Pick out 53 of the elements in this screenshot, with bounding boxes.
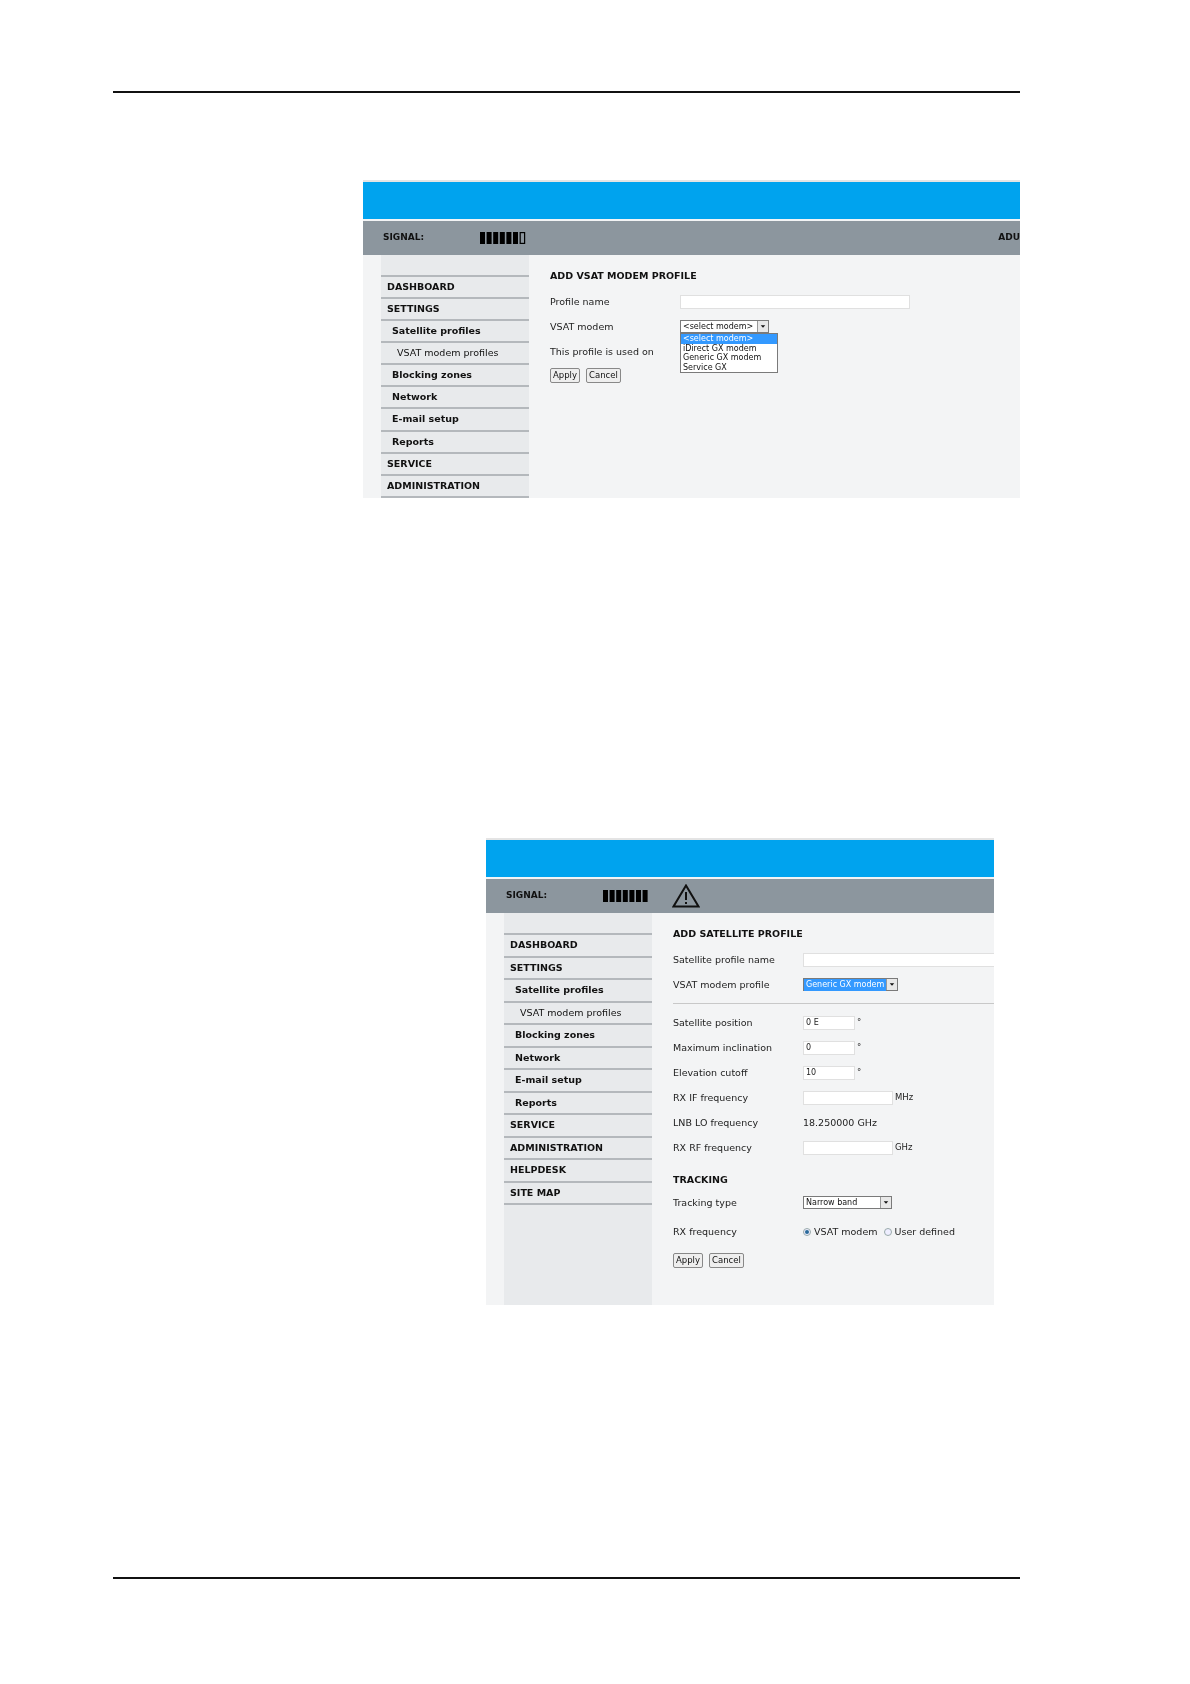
field-label: RX IF frequency	[673, 1090, 750, 1105]
field-label: Tracking type	[673, 1195, 738, 1210]
unit-label: °	[857, 1016, 862, 1030]
field-label: Satellite position	[673, 1015, 754, 1030]
field-label: Maximum inclination	[673, 1040, 774, 1055]
form-button[interactable]: Cancel	[709, 1253, 744, 1269]
select-value: Generic GX modem	[804, 978, 887, 991]
field-label: RX frequency	[673, 1225, 738, 1240]
field-label: VSAT modem	[550, 319, 615, 334]
status-text: ADU	[998, 231, 1020, 245]
caret-icon	[886, 979, 898, 991]
radio-label: VSAT modem	[814, 1225, 878, 1240]
input-field[interactable]	[680, 294, 910, 309]
input-field[interactable]	[803, 952, 994, 967]
dropdown-option[interactable]: Service GX	[681, 362, 777, 373]
unit-label: °	[857, 1066, 862, 1080]
select-value: Narrow band	[805, 1196, 859, 1209]
radio-button[interactable]	[883, 1228, 892, 1237]
field-label: This profile is used on	[550, 344, 655, 359]
select-value: <select modem>	[682, 320, 755, 333]
form-button[interactable]: Apply	[550, 368, 580, 384]
form-button[interactable]: Cancel	[586, 368, 621, 384]
form-title: ADD SATELLITE PROFILE	[673, 927, 804, 941]
input-field[interactable]	[803, 1090, 893, 1105]
radio-button[interactable]	[803, 1228, 811, 1237]
dropdown-option[interactable]: iDirect GX modem	[681, 343, 777, 354]
section-heading: TRACKING	[673, 1173, 728, 1187]
field-label: Satellite profile name	[673, 952, 776, 967]
dropdown-select[interactable]: Narrow band	[803, 1196, 892, 1210]
field-label: Elevation cutoff	[673, 1065, 749, 1080]
field-label: Profile name	[550, 294, 611, 309]
input-field[interactable]: 10	[803, 1065, 855, 1080]
input-field[interactable]: 0	[803, 1040, 855, 1055]
signal-label: SIGNAL:	[506, 889, 549, 903]
field-label: RX RF frequency	[673, 1140, 753, 1155]
field-label: VSAT modem profile	[673, 977, 771, 992]
input-field[interactable]	[803, 1140, 893, 1155]
warning-icon	[672, 884, 700, 908]
unit-label: °	[857, 1041, 862, 1055]
field-value: 18.250000 GHz	[803, 1115, 877, 1130]
signal-label: SIGNAL:	[383, 231, 426, 245]
unit-label: MHz	[895, 1091, 914, 1105]
unit-label: GHz	[895, 1141, 913, 1155]
form-title: ADD VSAT MODEM PROFILE	[550, 269, 698, 283]
caret-icon	[880, 1197, 891, 1209]
signal-strength-icon	[480, 232, 527, 244]
radio-label: User defined	[894, 1225, 955, 1240]
dropdown-option[interactable]: Generic GX modem	[681, 353, 777, 363]
signal-strength-icon	[603, 890, 650, 902]
input-field[interactable]: 0 E	[803, 1015, 855, 1030]
form-button[interactable]: Apply	[673, 1253, 703, 1269]
caret-icon	[757, 321, 768, 333]
field-label: LNB LO frequency	[673, 1115, 760, 1130]
